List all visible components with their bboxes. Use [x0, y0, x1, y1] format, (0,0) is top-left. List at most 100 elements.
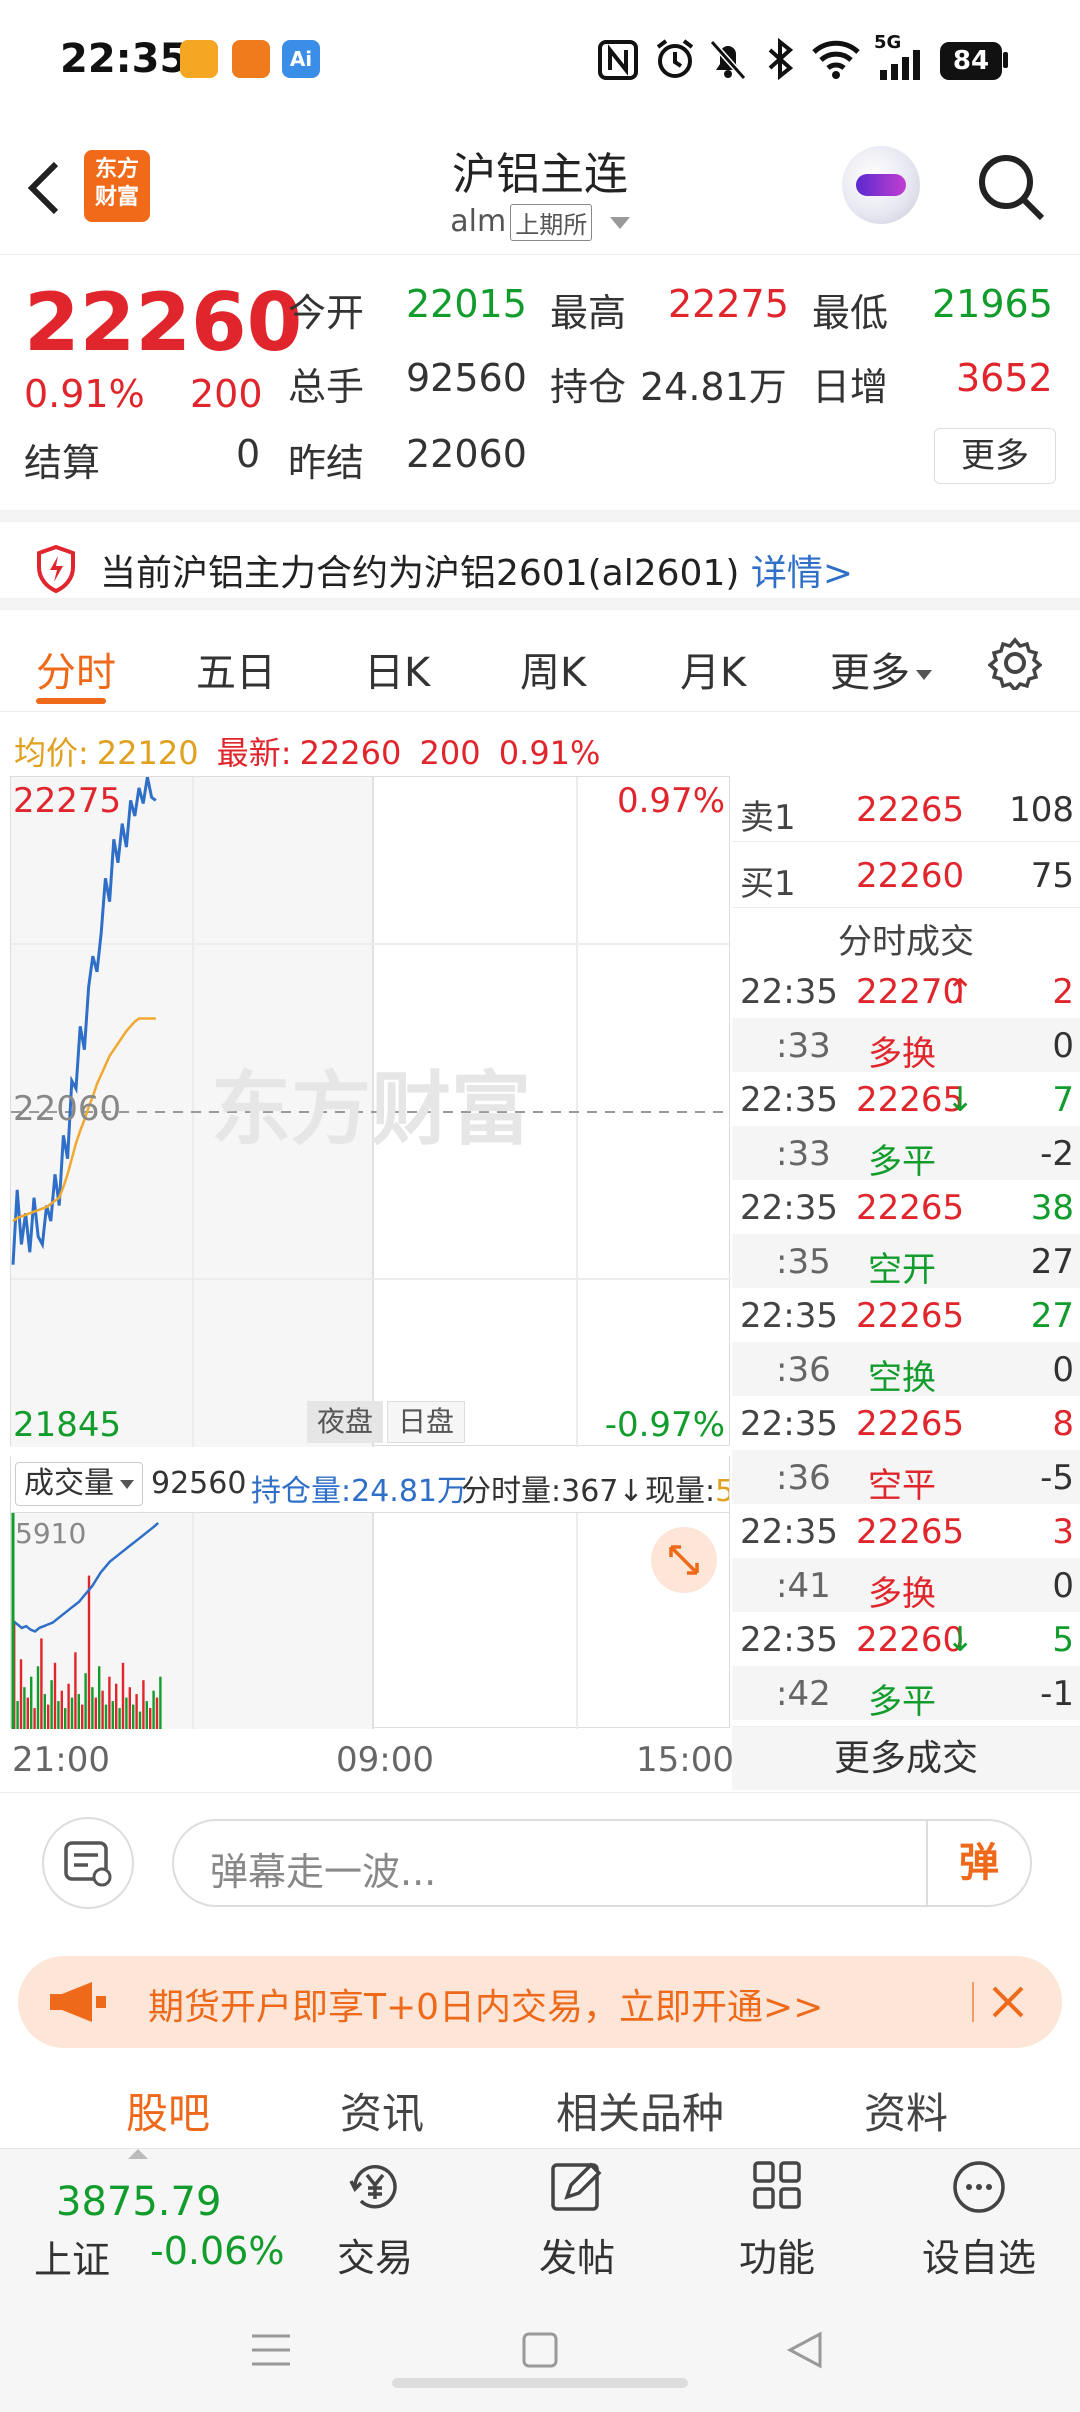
trade-arrow-icon: ↓: [946, 1080, 975, 1120]
volume-bar: [30, 1676, 33, 1729]
volume-value: 92560: [406, 356, 527, 400]
trade-seconds: :35: [776, 1242, 831, 1282]
trade-volume: 8: [1052, 1404, 1074, 1444]
ask-row: 卖1 22265 108: [732, 776, 1080, 842]
search-icon[interactable]: [976, 152, 1046, 222]
back-icon[interactable]: [786, 2330, 824, 2370]
volume-bar: [33, 1708, 36, 1729]
battery-tip: [1003, 52, 1008, 68]
volume-label: 总手: [288, 365, 365, 409]
trade-type: 多换: [868, 1034, 936, 1074]
dropdown-icon: [916, 670, 932, 680]
trade-row: 22:35 22260 ↓ 5: [732, 1612, 1080, 1666]
volume-bar: [104, 1704, 108, 1729]
tab-related[interactable]: 相关品种: [556, 2080, 724, 2141]
tab-monthly-k[interactable]: 月K: [680, 640, 746, 698]
pct-axis-top-label: 0.97%: [616, 781, 725, 821]
settle-value: 0: [236, 432, 261, 476]
volume-bar: [70, 1697, 74, 1729]
danmaku-settings-button[interactable]: [42, 1817, 134, 1909]
volume-bar: [94, 1697, 97, 1729]
change-value: 200: [190, 372, 263, 416]
trade-price: 22265: [856, 1188, 965, 1228]
index-value[interactable]: 3875.79: [56, 2179, 221, 2225]
close-icon[interactable]: [986, 1980, 1030, 2024]
tab-more[interactable]: 更多: [830, 640, 932, 698]
tab-five-day[interactable]: 五日: [196, 640, 276, 698]
trade-volume: 5: [1052, 1620, 1074, 1660]
avg-price-label: 均价:: [14, 734, 89, 772]
open-interest-label: 持仓: [550, 365, 627, 409]
tab-weekly-k[interactable]: 周K: [520, 640, 586, 698]
bluetooth-icon: [768, 38, 794, 80]
indicator-selector[interactable]: 成交量: [15, 1462, 143, 1506]
trade-detail-row: :36 空换 0: [732, 1342, 1080, 1398]
bid-volume: 75: [1030, 856, 1074, 896]
more-trades-button[interactable]: 更多成交: [732, 1726, 1080, 1790]
expand-chart-button[interactable]: [651, 1527, 717, 1593]
exchange-tag: 上期所: [510, 204, 593, 241]
volume-bar: [98, 1666, 101, 1729]
volume-bar: [36, 1666, 40, 1729]
account-opening-banner[interactable]: 期货开户即享T+0日内交易，立即开通>>: [18, 1956, 1062, 2048]
latest-percent: 0.91%: [498, 734, 601, 772]
trade-oi-change: -2: [1040, 1134, 1074, 1174]
trade-oi-change: 27: [1030, 1242, 1074, 1282]
latest-value: 22260: [299, 734, 402, 772]
tab-intraday[interactable]: 分时: [36, 640, 116, 698]
ask-price: 22265: [856, 790, 965, 830]
night-session-toggle[interactable]: 夜盘: [307, 1401, 384, 1443]
trade-row: 22:35 22265 3: [732, 1504, 1080, 1558]
post-button[interactable]: 发帖: [502, 2157, 652, 2282]
tab-guba[interactable]: 股吧: [126, 2080, 210, 2141]
avg-price-value: 22120: [96, 734, 199, 772]
volume-bar: [132, 1704, 135, 1729]
gear-icon[interactable]: [988, 636, 1042, 690]
danmaku-settings-icon: [64, 1841, 112, 1887]
volume-bar: [118, 1708, 121, 1729]
more-quote-button[interactable]: 更多: [934, 428, 1056, 484]
gesture-handle[interactable]: [392, 2378, 688, 2388]
day-session-toggle[interactable]: 日盘: [387, 1401, 466, 1443]
trade-detail-row: :42 多平 -1: [732, 1666, 1080, 1722]
trade-time: 22:35: [740, 972, 838, 1012]
y-axis-top-label: 22275: [13, 781, 122, 821]
intraday-chart[interactable]: 东方财富 22275 22060 21845 0.97% -0.97% 夜盘 日…: [10, 776, 731, 1447]
trade-button[interactable]: 交易: [300, 2157, 450, 2282]
status-bar: 22:35 Ai 5G 84: [0, 0, 1080, 120]
tab-profile[interactable]: 资料: [864, 2080, 948, 2141]
trade-time: 22:35: [740, 1188, 838, 1228]
trade-type: 多平: [868, 1682, 936, 1722]
trade-seconds: :42: [776, 1674, 831, 1714]
send-danmaku-button[interactable]: 弹: [926, 1821, 1030, 1905]
ai-app-icon: Ai: [282, 40, 320, 78]
volume-bar: [47, 1704, 50, 1729]
active-tab-indicator: [36, 698, 106, 704]
trade-time: 22:35: [740, 1512, 838, 1552]
robot-assistant-avatar[interactable]: [842, 146, 920, 224]
main-contract-notice[interactable]: 当前沪铝主力合约为沪铝2601(al2601) 详情>: [0, 510, 1080, 610]
volume-bar: [19, 1659, 23, 1729]
home-icon[interactable]: [520, 2330, 560, 2370]
tab-news[interactable]: 资讯: [340, 2080, 424, 2141]
volume-chart[interactable]: 5910: [10, 1512, 730, 1729]
volume-bar: [87, 1575, 91, 1729]
index-change: -0.06%: [150, 2229, 285, 2273]
trade-oi-change: 0: [1052, 1350, 1074, 1390]
alarm-icon: [656, 39, 694, 78]
volume-info-line: 成交量 92560 持仓量:24.81万 分时量:367↓ 现量:5: [10, 1456, 730, 1512]
add-watchlist-button[interactable]: 设自选: [904, 2157, 1054, 2282]
expand-up-icon[interactable]: [128, 2149, 148, 2159]
chart-period-tabs: 分时 五日 日K 周K 月K 更多: [0, 612, 1080, 712]
volume-bar: [101, 1690, 104, 1729]
tab-daily-k[interactable]: 日K: [364, 640, 430, 698]
grid-apps-icon: [753, 2161, 801, 2209]
notice-detail-link[interactable]: 详情>: [751, 553, 853, 594]
danmaku-input[interactable]: 弹幕走一波... 弹: [172, 1819, 1032, 1907]
contract-subtitle[interactable]: alm 上期所: [0, 204, 1080, 241]
trade-yen-icon: [349, 2165, 397, 2209]
time-tick-end: 15:00: [636, 1740, 734, 1780]
functions-button[interactable]: 功能: [702, 2157, 852, 2282]
menu-icon[interactable]: [250, 2332, 292, 2368]
expand-icon: [669, 1545, 699, 1575]
